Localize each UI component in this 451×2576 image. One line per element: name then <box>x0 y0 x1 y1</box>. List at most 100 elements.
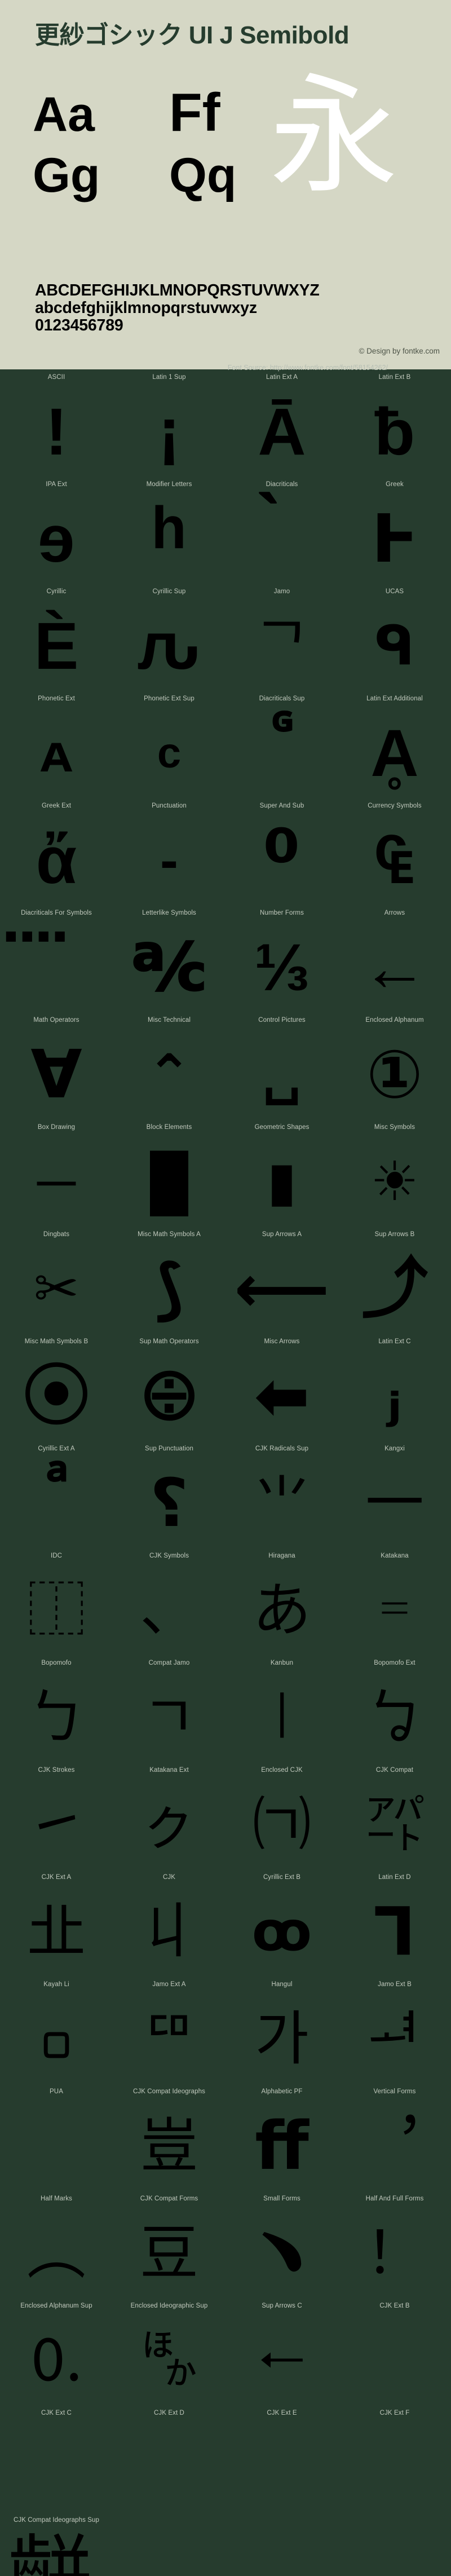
unicode-block-cell[interactable]: CJK Ext B 𠀀 <box>338 2302 451 2410</box>
unicode-block-label: UCAS <box>338 588 451 595</box>
unicode-block-cell[interactable]: Jamo Ext B ힰ <box>338 1981 451 2088</box>
unicode-block-cell[interactable]: Bopomofo ㄅ <box>0 1660 113 1767</box>
unicode-block-cell[interactable]: Cyrillic Ext Aⷶ <box>0 1445 113 1552</box>
unicode-block-cell[interactable]: Enclosed Alphanum Sup 🄀 <box>0 2302 113 2410</box>
unicode-block-cell[interactable]: IDC ⿰ <box>0 1552 113 1660</box>
unicode-block-cell[interactable]: Latin Ext C ⱼ <box>338 1338 451 1445</box>
unicode-block-cell[interactable]: Misc Arrows ⬅ <box>226 1338 338 1445</box>
unicode-block-cell[interactable]: Alphabetic PF ﬀ <box>226 2088 338 2195</box>
unicode-block-cell[interactable]: CJK Radicals Sup ⺌ <box>226 1445 338 1552</box>
unicode-block-cell[interactable]: CJK Ext E 𫠠 <box>226 2410 338 2517</box>
block-row: Greek Ext ἄ Punctuation ‐ Super And Sub ⁰ Curr… <box>0 802 451 910</box>
unicode-block-cell[interactable]: CJK Symbols 、 <box>113 1552 226 1660</box>
unicode-block-label: ASCII <box>0 374 113 381</box>
unicode-block-cell[interactable]: UCAS ᑫ <box>338 588 451 695</box>
font-source-link[interactable]: Font Source: http://www.fontke.com/font/… <box>0 361 451 374</box>
unicode-block-cell[interactable]: Half And Full Forms ！ <box>338 2195 451 2302</box>
unicode-block-label: Math Operators <box>0 1017 113 1024</box>
unicode-block-cell[interactable]: Bopomofo Ext ㆠ <box>338 1660 451 1767</box>
unicode-block-cell[interactable]: Geometric Shapes ▮ <box>226 1124 338 1231</box>
unicode-block-glyph: ゠ <box>338 1562 451 1660</box>
unicode-block-cell[interactable]: Sup Math Operators ⨸ <box>113 1338 226 1445</box>
block-row: IDC ⿰ CJK Symbols、 Hiragana あ Katakana ゠ <box>0 1552 451 1660</box>
unicode-block-cell[interactable]: Vertical Forms ︐ <box>338 2088 451 2195</box>
unicode-block-cell[interactable]: Sup Arrows B ⤴ <box>338 1231 451 1338</box>
unicode-block-cell[interactable]: Small Forms ﹅ <box>226 2195 338 2302</box>
unicode-block-cell[interactable]: Block Elements █ <box>113 1124 226 1231</box>
unicode-block-cell[interactable]: Latin Ext D Ꞁ <box>338 1874 451 1981</box>
unicode-block-glyph: ᷛ <box>226 704 338 802</box>
unicode-block-cell[interactable]: Kanbun ㆐ <box>226 1660 338 1767</box>
unicode-block-cell[interactable]: CJK Compat Ideographs Sup 𪘀 <box>0 2517 113 2576</box>
unicode-block-cell[interactable]: CJK Strokes ㇀ <box>0 1767 113 1874</box>
unicode-block-cell[interactable]: Katakana Ext ㇰ <box>113 1767 226 1874</box>
unicode-block-cell[interactable]: Jamo Ext A ꥠ <box>113 1981 226 2088</box>
unicode-block-cell[interactable]: Hiragana あ <box>226 1552 338 1660</box>
unicode-block-cell[interactable]: Misc Symbols ☀ <box>338 1124 451 1231</box>
unicode-block-cell[interactable]: Punctuation ‐ <box>113 802 226 910</box>
unicode-block-cell[interactable]: Phonetic Ext Sup ᴄ <box>113 695 226 802</box>
unicode-block-glyph: 🈀 <box>113 2312 226 2410</box>
unicode-block-cell[interactable]: Currency Symbols ₠ <box>338 802 451 910</box>
unicode-block-cell[interactable]: Number Forms ⅓ <box>226 910 338 1017</box>
unicode-block-cell[interactable]: CJK Ext F 𬺰 <box>338 2410 451 2517</box>
unicode-block-cell[interactable]: Phonetic Ext ᴀ <box>0 695 113 802</box>
unicode-block-cell[interactable]: Diacriticals Supᷛ <box>226 695 338 802</box>
unicode-block-cell[interactable]: PUA <box>0 2088 113 2195</box>
unicode-block-cell[interactable]: Latin Ext B ƀ <box>338 374 451 481</box>
unicode-block-cell[interactable]: CJK Ext D 𫝀 <box>113 2410 226 2517</box>
unicode-block-cell[interactable]: CJK Ext A 㐀 <box>0 1874 113 1981</box>
unicode-block-label: Sup Punctuation <box>113 1445 226 1452</box>
unicode-block-cell[interactable]: Greek Ext ἄ <box>0 802 113 910</box>
unicode-block-cell[interactable]: Math Operators ∀ <box>0 1017 113 1124</box>
unicode-block-cell[interactable]: Cyrillic Sup ԉ <box>113 588 226 695</box>
unicode-block-cell[interactable]: Sup Arrows A ⟵ <box>226 1231 338 1338</box>
unicode-block-label: Diacriticals For Symbols <box>0 910 113 916</box>
unicode-block-cell[interactable]: CJK Compat Ideographs 豈 <box>113 2088 226 2195</box>
unicode-block-cell[interactable]: Diacriticals For Symbols⃜ <box>0 910 113 1017</box>
unicode-block-glyph: ㈀ <box>226 1776 338 1874</box>
unicode-block-label: Half Marks <box>0 2195 113 2202</box>
unicode-block-cell[interactable]: Half Marks ︵ <box>0 2195 113 2302</box>
unicode-block-cell[interactable]: ASCII! <box>0 374 113 481</box>
unicode-block-cell[interactable]: Latin Ext A Ā <box>226 374 338 481</box>
unicode-block-cell[interactable]: Cyrillic Ѐ <box>0 588 113 695</box>
unicode-block-cell[interactable]: Enclosed CJK ㈀ <box>226 1767 338 1874</box>
block-row: PUA CJK Compat Ideographs 豈 Alphabetic PF ﬀ V… <box>0 2088 451 2195</box>
unicode-block-cell[interactable]: Modifier Letters ʰ <box>113 481 226 588</box>
unicode-block-cell[interactable]: CJK Compat ㌀ <box>338 1767 451 1874</box>
unicode-block-cell[interactable]: Control Pictures ␣ <box>226 1017 338 1124</box>
unicode-block-glyph: ✂ <box>0 1240 113 1338</box>
unicode-block-cell[interactable]: Sup Arrows C 🠀 <box>226 2302 338 2410</box>
unicode-block-cell[interactable]: Latin 1 Sup ¡ <box>113 374 226 481</box>
unicode-block-cell[interactable]: Enclosed Alphanum ① <box>338 1017 451 1124</box>
unicode-block-cell[interactable]: Misc Technical ⌃ <box>113 1017 226 1124</box>
unicode-block-cell[interactable]: CJK Compat Forms 豆 <box>113 2195 226 2302</box>
unicode-block-cell[interactable]: Misc Math Symbols B ⦿ <box>0 1338 113 1445</box>
unicode-block-cell[interactable]: Arrows ← <box>338 910 451 1017</box>
unicode-block-cell[interactable]: Letterlike Symbols ℀ <box>113 910 226 1017</box>
unicode-block-cell[interactable]: Super And Sub ⁰ <box>226 802 338 910</box>
unicode-block-cell[interactable]: Hangul 가 <box>226 1981 338 2088</box>
unicode-block-cell[interactable]: Jamo ᄀ <box>226 588 338 695</box>
block-row: Half Marks ︵ CJK Compat Forms 豆 Small Forms ﹅… <box>0 2195 451 2302</box>
unicode-block-cell[interactable]: Dingbats ✂ <box>0 1231 113 1338</box>
unicode-block-cell[interactable]: Box Drawing ─ <box>0 1124 113 1231</box>
unicode-block-glyph: ⟆ <box>113 1240 226 1338</box>
unicode-block-cell[interactable]: Enclosed Ideographic Sup 🈀 <box>113 2302 226 2410</box>
unicode-block-cell[interactable]: Diacriticals̀ <box>226 481 338 588</box>
unicode-block-cell[interactable]: Kangxi 一 <box>338 1445 451 1552</box>
unicode-block-cell[interactable]: CJK 丩 <box>113 1874 226 1981</box>
unicode-block-cell[interactable]: Compat Jamo ㄱ <box>113 1660 226 1767</box>
unicode-block-label: Sup Arrows B <box>338 1231 451 1238</box>
block-row: CJK Compat Ideographs Sup 𪘀 <box>0 2517 451 2576</box>
unicode-block-cell[interactable]: IPA Ext ɘ <box>0 481 113 588</box>
unicode-block-cell[interactable]: CJK Ext C 𪜀 <box>0 2410 113 2517</box>
unicode-block-cell[interactable]: Cyrillic Ext B ꚙ <box>226 1874 338 1981</box>
unicode-block-cell[interactable]: Misc Math Symbols A ⟆ <box>113 1231 226 1338</box>
unicode-block-cell[interactable]: Kayah Li ꤀ <box>0 1981 113 2088</box>
unicode-block-cell[interactable]: Latin Ext Additional Ḁ <box>338 695 451 802</box>
unicode-block-cell[interactable]: Greek Ͱ <box>338 481 451 588</box>
unicode-block-cell[interactable]: Sup Punctuation ⸮ <box>113 1445 226 1552</box>
unicode-block-cell[interactable]: Katakana ゠ <box>338 1552 451 1660</box>
